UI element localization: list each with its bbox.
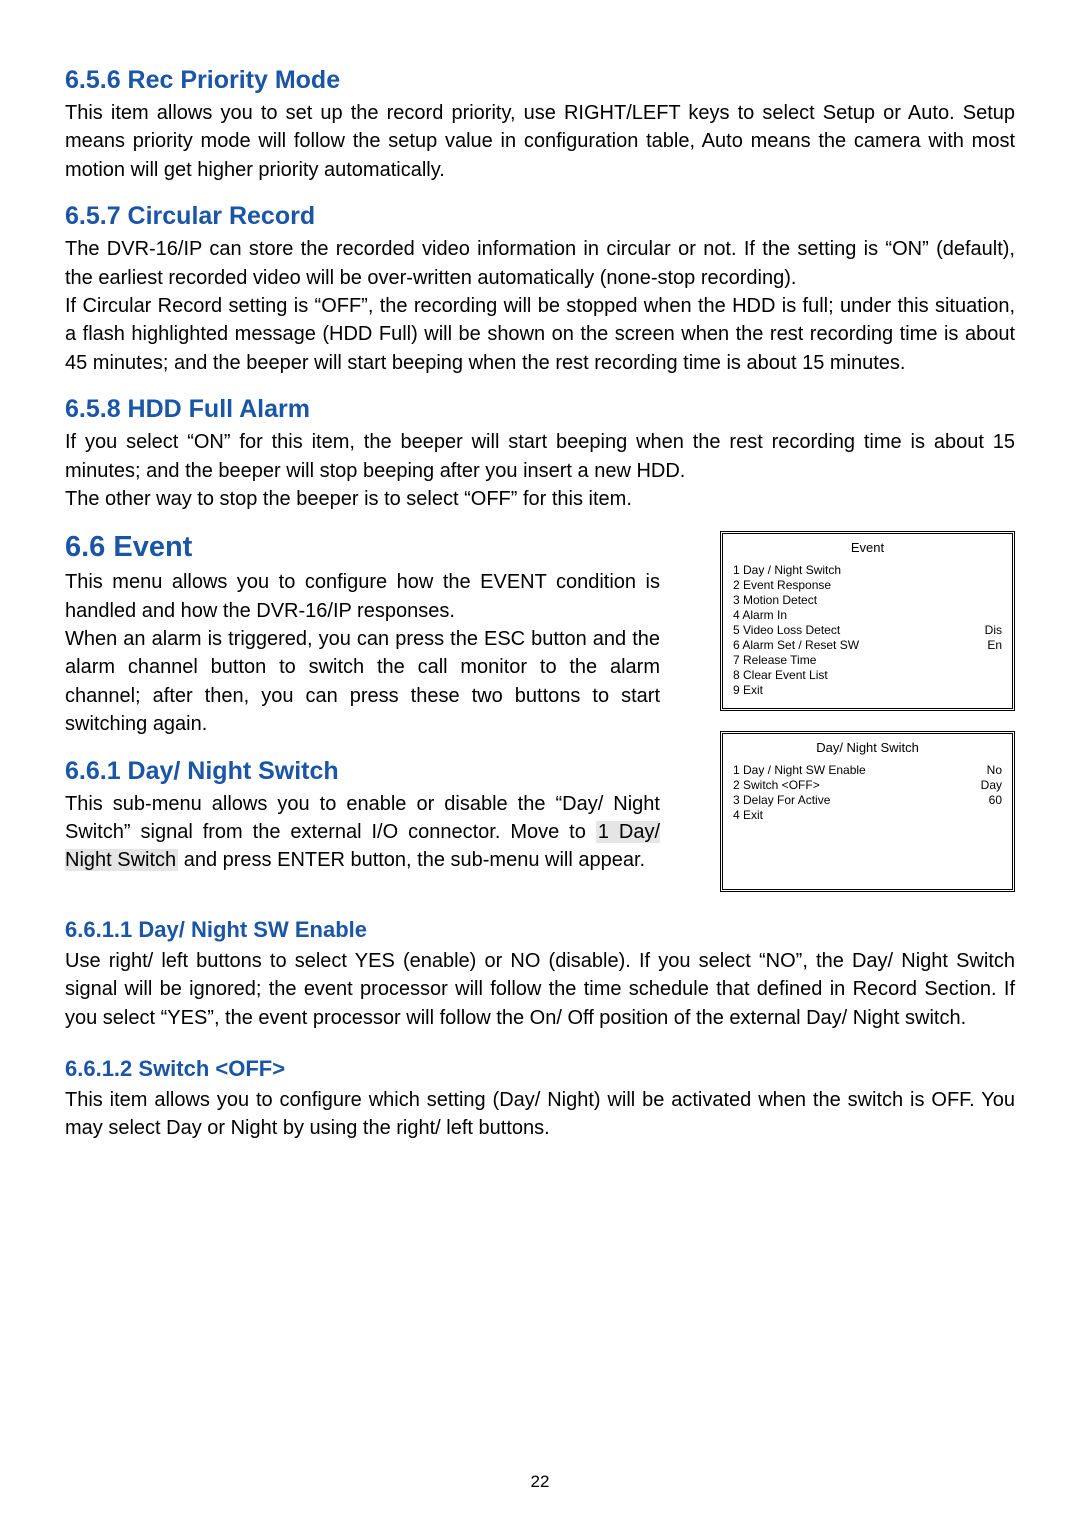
heading-switch-off: 6.6.1.2 Switch <OFF> [65, 1056, 1015, 1082]
heading-circular-record: 6.5.7 Circular Record [65, 202, 1015, 231]
body-event-1: This menu allows you to configure how th… [65, 568, 660, 625]
day-night-panel-body: 1 Day / Night SW EnableNo 2 Switch <OFF>… [733, 763, 1002, 879]
panels-float: Event 1 Day / Night Switch 2 Event Respo… [720, 531, 1015, 892]
event-panel-row: 4 Alarm In [733, 608, 1002, 623]
event-panel-body: 1 Day / Night Switch 2 Event Response 3 … [733, 563, 1002, 698]
dns-panel-row: 3 Delay For Active60 [733, 793, 1002, 808]
body-sw-enable: Use right/ left buttons to select YES (e… [65, 947, 1015, 1032]
event-panel-row: 1 Day / Night Switch [733, 563, 1002, 578]
heading-hdd-full: 6.5.8 HDD Full Alarm [65, 395, 1015, 424]
page-number: 22 [0, 1472, 1080, 1492]
body-hdd-1: If you select “ON” for this item, the be… [65, 428, 1015, 485]
heading-sw-enable: 6.6.1.1 Day/ Night SW Enable [65, 917, 1015, 943]
heading-rec-priority: 6.5.6 Rec Priority Mode [65, 66, 1015, 95]
event-panel-row: 2 Event Response [733, 578, 1002, 593]
body-hdd-2: The other way to stop the beeper is to s… [65, 485, 1015, 513]
event-panel-title: Event [733, 540, 1002, 555]
body-circular-2: If Circular Record setting is “OFF”, the… [65, 292, 1015, 377]
dns-panel-row: 2 Switch <OFF>Day [733, 778, 1002, 793]
body-event-2: When an alarm is triggered, you can pres… [65, 625, 660, 739]
body-switch-off: This item allows you to configure which … [65, 1086, 1015, 1143]
event-panel-row: 7 Release Time [733, 653, 1002, 668]
event-panel-row: 5 Video Loss DetectDis [733, 623, 1002, 638]
day-night-panel-title: Day/ Night Switch [733, 740, 1002, 755]
event-panel-row: 3 Motion Detect [733, 593, 1002, 608]
body-day-night-pre: This sub-menu allows you to enable or di… [65, 793, 660, 843]
dns-panel-row: 1 Day / Night SW EnableNo [733, 763, 1002, 778]
body-circular-1: The DVR-16/IP can store the recorded vid… [65, 235, 1015, 292]
body-rec-priority: This item allows you to set up the recor… [65, 99, 1015, 184]
event-panel-row: 8 Clear Event List [733, 668, 1002, 683]
body-day-night: This sub-menu allows you to enable or di… [65, 790, 660, 875]
event-panel-row: 9 Exit [733, 683, 1002, 698]
dns-panel-row: 4 Exit [733, 808, 1002, 823]
event-panel-row: 6 Alarm Set / Reset SWEn [733, 638, 1002, 653]
body-day-night-post: and press ENTER button, the sub-menu wil… [178, 849, 645, 871]
event-panel: Event 1 Day / Night Switch 2 Event Respo… [720, 531, 1015, 711]
day-night-panel: Day/ Night Switch 1 Day / Night SW Enabl… [720, 731, 1015, 892]
dns-panel-pad [733, 823, 1002, 879]
